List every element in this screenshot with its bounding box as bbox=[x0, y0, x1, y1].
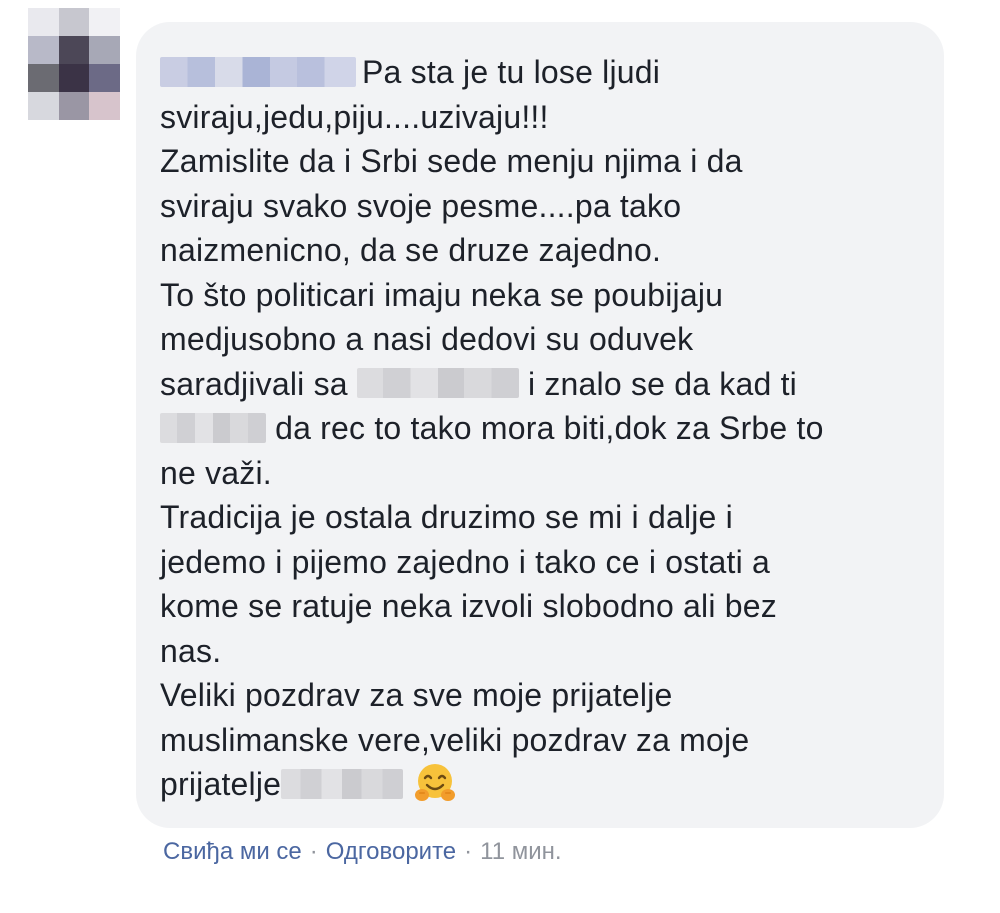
comment-text-segment: i znalo se da kad ti bbox=[518, 365, 797, 402]
comment-line: da rec to tako mora biti,dok za Srbe to bbox=[160, 406, 920, 451]
redacted-text bbox=[160, 412, 266, 443]
comment-text-segment: da rec to tako mora biti,dok za Srbe to bbox=[266, 410, 824, 446]
comment-body: Pa sta je tu lose ljudi sviraju,jedu,pij… bbox=[160, 50, 920, 807]
comment-line: Veliki pozdrav za sve moje prijatelje bbox=[160, 677, 673, 713]
timestamp[interactable]: 11 мин. bbox=[480, 838, 561, 865]
separator: · bbox=[309, 838, 318, 865]
redacted-text bbox=[356, 368, 519, 399]
comment-line: Pa sta je tu lose ljudi bbox=[160, 50, 920, 95]
redacted-author-name[interactable] bbox=[160, 56, 356, 87]
separator: · bbox=[464, 838, 473, 865]
comment-line: sviraju,jedu,piju....uzivaju!!! bbox=[160, 98, 549, 135]
redacted-text bbox=[281, 768, 404, 799]
comment-text-segment: Pa sta je tu lose ljudi bbox=[362, 54, 661, 90]
comment-line: kome se ratuje neka izvoli slobodno ali … bbox=[160, 588, 777, 624]
comment-line: prijatelje bbox=[160, 762, 920, 807]
comment-line: nas. bbox=[160, 632, 222, 669]
comment-text-segment: saradjivali sa bbox=[160, 365, 357, 402]
comment-line: jedemo i pijemo zajedno i tako ce i osta… bbox=[160, 543, 771, 580]
comment-line: ne važi. bbox=[160, 454, 272, 491]
comment-line: saradjivali sa i znalo se da kad ti bbox=[160, 362, 920, 407]
comment-line: Zamislite da i Srbi sede menju njima i d… bbox=[160, 143, 743, 179]
comment-line: naizmenicno, da se druze zajedno. bbox=[160, 232, 662, 268]
comment-line: medjusobno a nasi dedovi su oduvek bbox=[160, 321, 694, 357]
reply-button[interactable]: Одговорите bbox=[326, 838, 456, 865]
comment-line: muslimanske vere,veliki pozdrav za moje bbox=[160, 721, 750, 758]
comment-line: Tradicija je ostala druzimo se mi i dalj… bbox=[160, 499, 733, 535]
avatar[interactable] bbox=[28, 8, 120, 120]
comment-text-segment: prijatelje bbox=[160, 766, 282, 802]
comment-line: sviraju svako svoje pesme....pa tako bbox=[160, 187, 682, 224]
like-button[interactable]: Свиђа ми се bbox=[163, 838, 302, 865]
comment-line: To što politicari imaju neka se poubijaj… bbox=[160, 276, 724, 313]
hugging-face-icon bbox=[415, 763, 456, 801]
comment-actions: Свиђа ми се · Одговорите · 11 мин. bbox=[163, 838, 562, 866]
